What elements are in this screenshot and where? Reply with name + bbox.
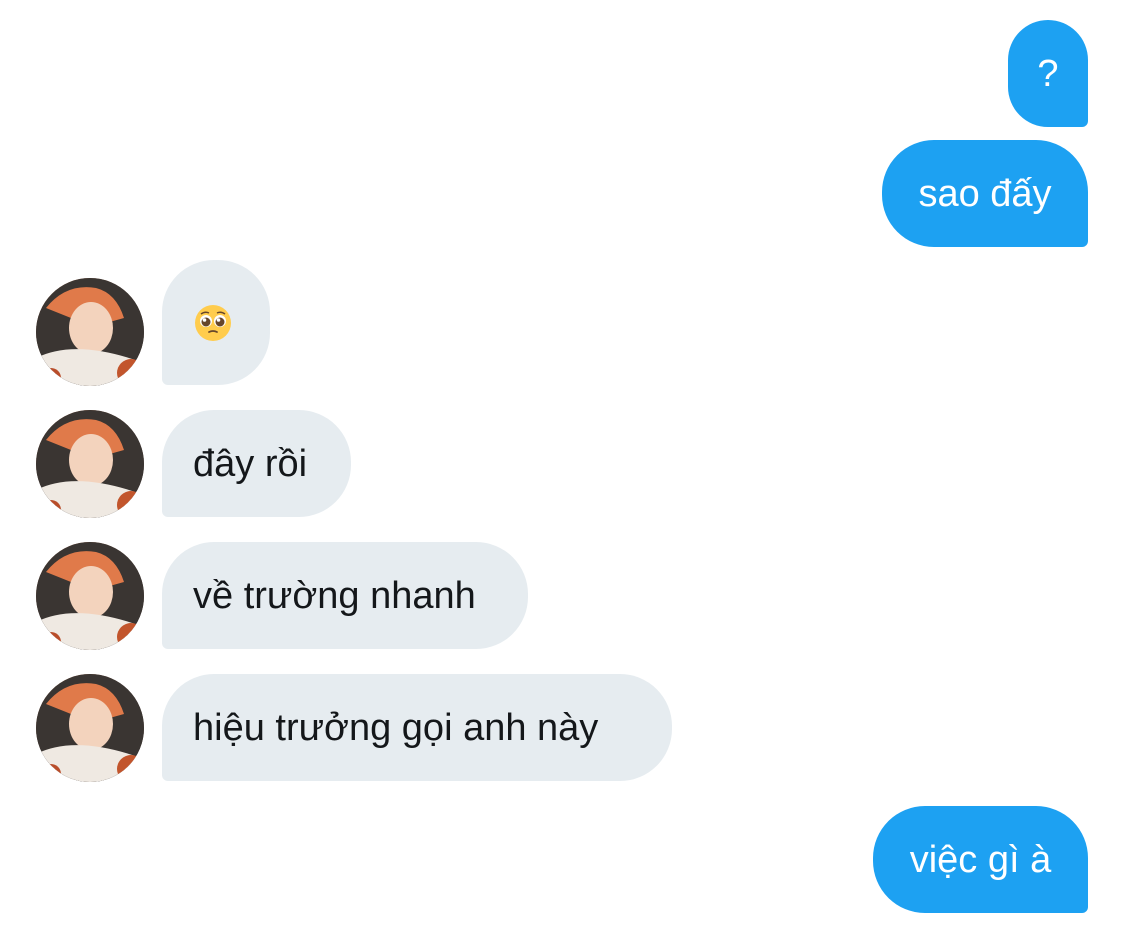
avatar-photo-icon (36, 674, 144, 782)
sent-message-bubble[interactable]: ? (1008, 20, 1088, 127)
message-text: ? (1037, 52, 1059, 95)
contact-avatar[interactable] (36, 278, 144, 386)
message-text: về trường nhanh (193, 574, 476, 617)
received-message-bubble[interactable]: về trường nhanh (162, 542, 528, 649)
contact-avatar[interactable] (36, 542, 144, 650)
contact-avatar[interactable] (36, 674, 144, 782)
received-message-bubble[interactable]: đây rồi (162, 410, 351, 517)
sent-message-bubble[interactable]: việc gì à (873, 806, 1088, 913)
message-text: việc gì à (909, 838, 1052, 881)
sent-message-bubble[interactable]: sao đấy (882, 140, 1088, 247)
message-text: đây rồi (193, 442, 308, 485)
received-message-bubble[interactable] (162, 260, 270, 385)
contact-avatar[interactable] (36, 410, 144, 518)
received-message-bubble[interactable]: hiệu trưởng gọi anh này (162, 674, 672, 781)
message-text: hiệu trưởng gọi anh này (193, 706, 599, 749)
avatar-photo-icon (36, 278, 144, 386)
chat-thread: ? sao đấy đây rồi về trường nhanh hiệu t… (0, 0, 1125, 926)
avatar-photo-icon (36, 542, 144, 650)
message-text: sao đấy (918, 172, 1052, 215)
avatar-photo-icon (36, 410, 144, 518)
pleading-face-emoji (193, 303, 233, 343)
